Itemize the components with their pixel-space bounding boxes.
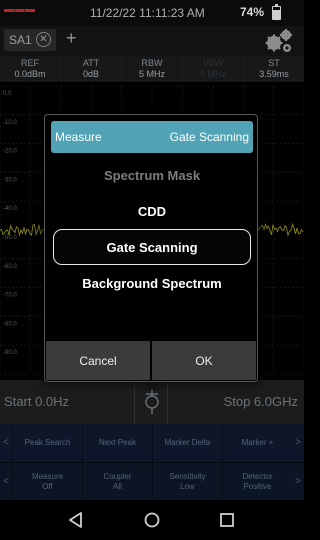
status-time: 11/22/22 11:11:23 AM xyxy=(90,6,205,20)
option-cdd[interactable]: CDD xyxy=(53,194,251,230)
battery-icon xyxy=(272,4,281,20)
dialog-header: Measure Gate Scanning xyxy=(51,121,253,153)
ok-button[interactable]: OK xyxy=(152,341,256,380)
dialog-current-value: Gate Scanning xyxy=(169,130,249,144)
dialog-footer: Cancel OK xyxy=(45,341,257,381)
status-bar: ▬▬▬ 11/22/22 11:11:23 AM 74% xyxy=(0,0,304,26)
cancel-button[interactable]: Cancel xyxy=(46,341,150,380)
option-gate-scanning[interactable]: Gate Scanning xyxy=(53,229,251,265)
recents-icon[interactable] xyxy=(215,508,239,532)
system-nav-bar xyxy=(0,500,304,540)
dialog-title: Measure xyxy=(55,130,102,144)
home-icon[interactable] xyxy=(140,508,164,532)
brand-logo: ▬▬▬ xyxy=(4,4,36,15)
back-icon[interactable] xyxy=(64,508,88,532)
battery-level: 74% xyxy=(240,5,265,19)
measure-dialog: Measure Gate Scanning Spectrum Mask CDD … xyxy=(44,114,258,382)
option-background-spectrum[interactable]: Background Spectrum xyxy=(53,266,251,302)
option-spectrum-mask: Spectrum Mask xyxy=(103,168,201,183)
